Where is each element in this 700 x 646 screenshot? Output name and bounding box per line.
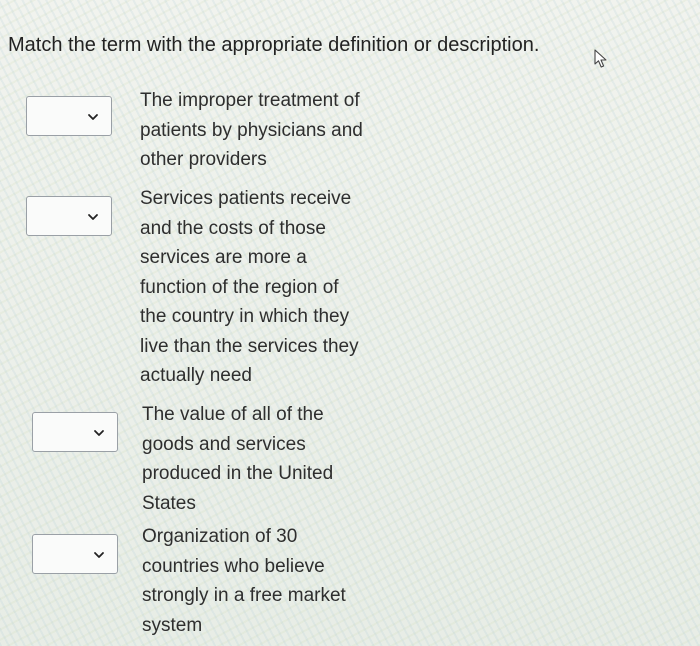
definition-line: other providers xyxy=(140,149,267,170)
definition-line: patients by physicians and xyxy=(140,119,363,141)
chevron-down-icon xyxy=(94,552,104,558)
definition-4: Organization of 30 countries who believe… xyxy=(142,522,346,640)
definition-line: Services patients receive xyxy=(140,188,352,209)
term-select-3[interactable] xyxy=(32,412,118,452)
definition-line: countries who believe xyxy=(142,555,325,577)
term-select-4[interactable] xyxy=(32,534,118,574)
chevron-down-icon xyxy=(88,214,98,220)
definition-line: produced in the United xyxy=(142,463,334,484)
term-select-1[interactable] xyxy=(26,96,112,136)
question-prompt: Match the term with the appropriate defi… xyxy=(8,34,540,56)
definition-2: Services patients receive and the costs … xyxy=(140,184,359,391)
chevron-down-icon xyxy=(94,430,104,436)
definition-1: The improper treatment of patients by ph… xyxy=(140,86,363,175)
definition-3: The value of all of the goods and servic… xyxy=(142,400,333,518)
definition-line: The improper treatment of xyxy=(140,90,360,111)
definition-line: Organization of 30 xyxy=(142,526,298,547)
definition-line: actually need xyxy=(140,365,252,386)
chevron-down-icon xyxy=(88,114,98,120)
mouse-pointer-icon xyxy=(594,49,607,68)
definition-line: strongly in a free market xyxy=(142,585,346,606)
definition-line: States xyxy=(142,492,196,514)
definition-line: system xyxy=(142,614,203,636)
definition-line: function of the region of xyxy=(140,276,339,298)
definition-line: services are more a xyxy=(140,247,307,268)
definition-line: and the costs of those xyxy=(140,217,326,239)
definition-line: The value of all of the xyxy=(142,404,324,425)
definition-line: the country in which they xyxy=(140,306,350,327)
definition-line: goods and services xyxy=(142,433,306,455)
definition-line: live than the services they xyxy=(140,335,359,357)
term-select-2[interactable] xyxy=(26,196,112,236)
